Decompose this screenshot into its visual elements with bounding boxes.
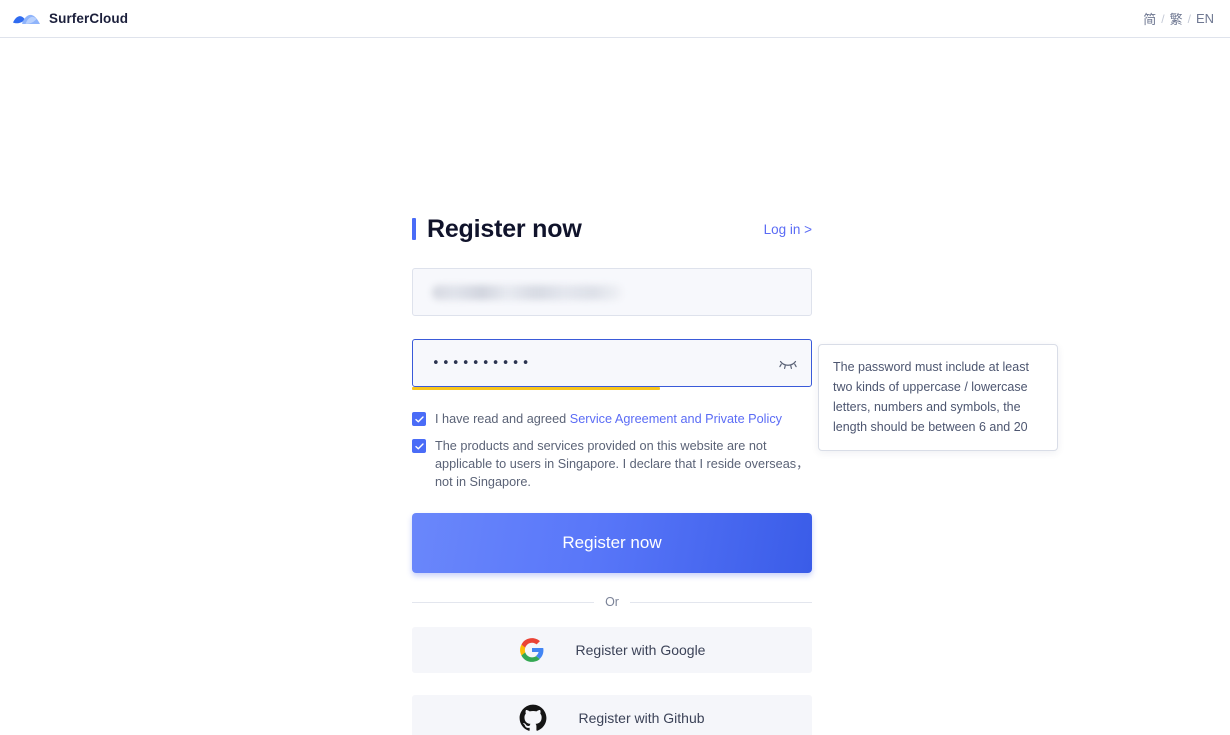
google-button-label: Register with Google	[575, 642, 706, 658]
or-divider: Or	[412, 595, 813, 609]
register-now-button[interactable]: Register now	[412, 513, 812, 573]
register-card: Register now Log in > •••••••••• I have …	[412, 208, 813, 735]
agreement-text-terms: I have read and agreed Service Agreement…	[435, 410, 782, 428]
page-title: Register now	[427, 214, 582, 243]
check-icon	[414, 442, 424, 449]
github-button-label: Register with Github	[578, 710, 705, 726]
password-masked-value: ••••••••••	[432, 355, 532, 371]
lang-separator-2: /	[1187, 11, 1191, 26]
agreement-text-residency: The products and services provided on th…	[435, 439, 809, 489]
check-icon	[414, 415, 424, 422]
google-icon	[519, 637, 545, 663]
checkbox-residency[interactable]	[412, 439, 426, 453]
password-strength-bar	[412, 387, 660, 390]
page-body: The password must include at least two k…	[0, 38, 1230, 735]
login-link[interactable]: Log in >	[764, 222, 812, 237]
title-accent-bar	[412, 218, 416, 240]
service-agreement-link[interactable]: Service Agreement and Private Policy	[570, 412, 782, 426]
agreements-list: I have read and agreed Service Agreement…	[412, 410, 812, 491]
brand-name: SurferCloud	[49, 11, 129, 26]
lang-separator-1: /	[1161, 11, 1165, 26]
checkbox-terms[interactable]	[412, 412, 426, 426]
lang-option-zh-hans[interactable]: 简	[1143, 9, 1156, 28]
title-row: Register now Log in >	[412, 208, 812, 250]
github-icon	[519, 704, 547, 732]
title-wrap: Register now	[412, 215, 582, 244]
email-input[interactable]	[412, 268, 812, 316]
top-header: SurferCloud 简 / 繁 / EN	[0, 0, 1230, 38]
language-switcher[interactable]: 简 / 繁 / EN	[1143, 9, 1214, 28]
divider-line-left	[412, 601, 595, 603]
email-redacted-value	[432, 284, 622, 300]
agreement-prefix-terms: I have read and agreed	[435, 412, 570, 426]
register-with-google-button[interactable]: Register with Google	[412, 627, 812, 673]
password-hint-tooltip: The password must include at least two k…	[818, 344, 1058, 451]
lang-option-zh-hant[interactable]: 繁	[1170, 9, 1183, 28]
email-field-wrapper	[412, 268, 812, 316]
lang-option-en[interactable]: EN	[1196, 11, 1214, 26]
register-with-github-button[interactable]: Register with Github	[412, 695, 812, 735]
divider-label: Or	[605, 595, 619, 609]
agreement-row-terms: I have read and agreed Service Agreement…	[412, 410, 812, 428]
brand[interactable]: SurferCloud	[12, 10, 128, 28]
divider-line-right	[629, 601, 813, 603]
password-field-wrapper: ••••••••••	[412, 339, 812, 390]
surfer-wave-logo-icon	[12, 10, 42, 28]
eye-off-icon[interactable]	[778, 353, 798, 373]
agreement-row-residency: The products and services provided on th…	[412, 437, 812, 491]
password-input[interactable]: ••••••••••	[412, 339, 812, 387]
